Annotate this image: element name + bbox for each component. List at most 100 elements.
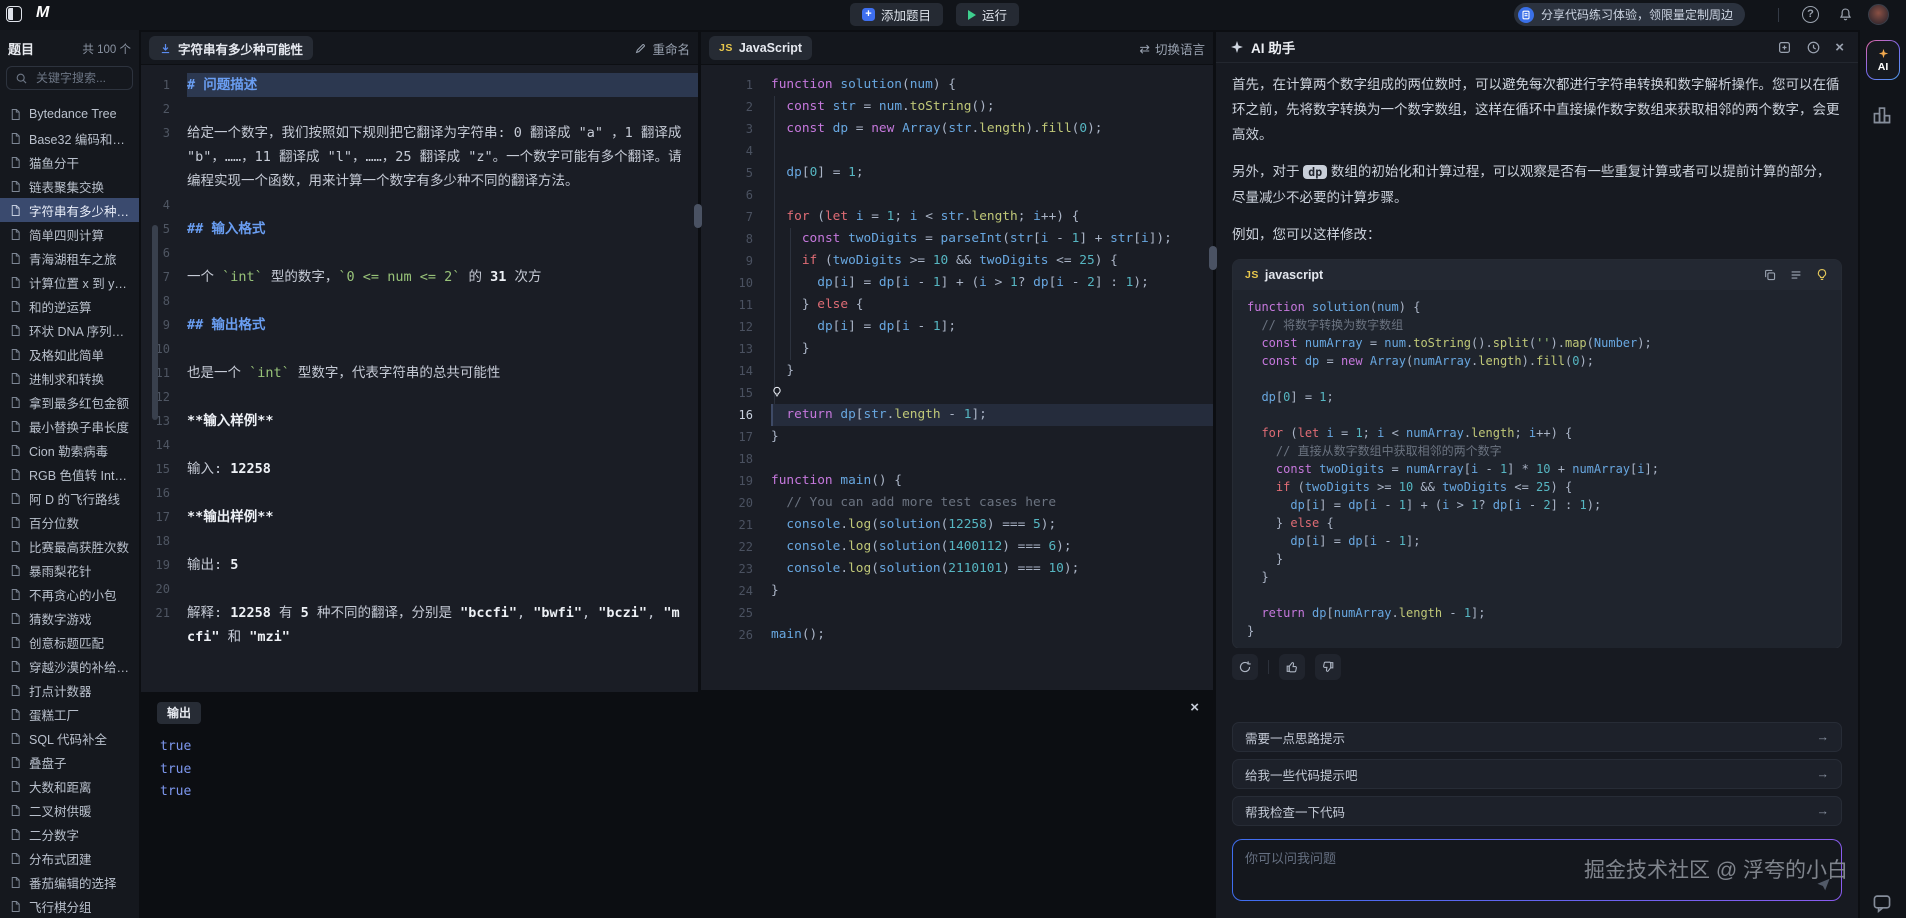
code-line[interactable]: 9 if (twoDigits >= 10 && twoDigits <= 25… — [701, 250, 1213, 272]
send-icon[interactable] — [1816, 877, 1831, 892]
code-line[interactable]: 5 dp[0] = 1; — [701, 162, 1213, 184]
code-line[interactable]: 21 console.log(solution(12258) === 5); — [701, 514, 1213, 536]
code-line[interactable]: 14 } — [701, 360, 1213, 382]
app-logo[interactable]: M — [36, 4, 48, 22]
sidebar-item-problem[interactable]: 二分数字 — [0, 822, 139, 846]
sidebar-item-problem[interactable]: 百分位数 — [0, 510, 139, 534]
history-icon[interactable] — [1806, 40, 1821, 55]
sidebar-item-problem[interactable]: 穿越沙漠的补给次数 — [0, 654, 139, 678]
new-chat-icon[interactable] — [1777, 40, 1792, 55]
search-box[interactable] — [6, 66, 133, 90]
sidebar-item-problem[interactable]: 不再贪心的小包 — [0, 582, 139, 606]
code-line[interactable]: 24} — [701, 580, 1213, 602]
code-line[interactable]: 4 — [701, 140, 1213, 162]
rename-button[interactable]: 重命名 — [634, 39, 690, 58]
lightbulb-icon[interactable] — [1815, 268, 1829, 282]
code-editor[interactable]: 1function solution(num) {2 const str = n… — [701, 66, 1213, 690]
panel-resize-handle[interactable] — [694, 204, 702, 228]
sidebar-item-problem[interactable]: 打点计数器 — [0, 678, 139, 702]
sidebar-item-problem[interactable]: 最小替换子串长度 — [0, 414, 139, 438]
sidebar-item-problem[interactable]: 飞行棋分组 — [0, 894, 139, 918]
code-line[interactable]: 13 } — [701, 338, 1213, 360]
panel-resize-handle[interactable] — [1209, 246, 1217, 270]
add-problem-button[interactable]: + 添加题目 — [850, 3, 943, 26]
sidebar-item-problem[interactable]: 及格如此简单 — [0, 342, 139, 366]
sidebar-item-problem[interactable]: 二叉树供暖 — [0, 798, 139, 822]
sidebar-item-problem[interactable]: 暴雨梨花针 — [0, 558, 139, 582]
code-line[interactable]: 11 } else { — [701, 294, 1213, 316]
close-icon[interactable]: × — [1190, 699, 1199, 716]
sidebar-item-problem[interactable]: SQL 代码补全 — [0, 726, 139, 750]
code-line[interactable]: 7 for (let i = 1; i < str.length; i++) { — [701, 206, 1213, 228]
code-line[interactable]: 23 console.log(solution(2110101) === 10)… — [701, 558, 1213, 580]
sidebar-item-problem[interactable]: 叠盘子 — [0, 750, 139, 774]
sidebar-toggle-icon[interactable] — [6, 6, 22, 22]
quickfix-lightbulb-icon[interactable] — [771, 386, 783, 398]
code-line[interactable]: 17} — [701, 426, 1213, 448]
help-icon[interactable]: ? — [1802, 6, 1819, 23]
thumbs-down-icon[interactable] — [1315, 654, 1341, 680]
sidebar-item-problem[interactable]: 大数和距离 — [0, 774, 139, 798]
copy-icon[interactable] — [1763, 268, 1777, 282]
sidebar-item-problem[interactable]: 蛋糕工厂 — [0, 702, 139, 726]
sidebar-item-problem[interactable]: 创意标题匹配 — [0, 630, 139, 654]
sidebar-item-problem[interactable]: 分布式团建 — [0, 846, 139, 870]
avatar[interactable] — [1868, 4, 1889, 25]
code-line[interactable]: 20 // You can add more test cases here — [701, 492, 1213, 514]
sidebar-item-problem[interactable]: 番茄编辑的选择 — [0, 870, 139, 894]
problem-md-body[interactable]: 1# 问题描述2 3给定一个数字，我们按照如下规则把它翻译为字符串: 0 翻译成… — [141, 66, 698, 692]
promo-banner[interactable]: 分享代码练习体验，领限量定制周边 — [1514, 3, 1745, 26]
feedback-chat-icon[interactable] — [1871, 892, 1893, 914]
code-line[interactable]: 2 const str = num.toString(); — [701, 96, 1213, 118]
output-tab[interactable]: 输出 — [157, 702, 201, 724]
sidebar-item-problem[interactable]: 和的逆运算 — [0, 294, 139, 318]
sidebar-item-problem[interactable]: RGB 色值转 Integer — [0, 462, 139, 486]
code-line[interactable]: 6 — [701, 184, 1213, 206]
sidebar-item-problem[interactable]: Cion 勒索病毒 — [0, 438, 139, 462]
leaderboard-icon[interactable] — [1871, 104, 1893, 126]
insert-code-icon[interactable] — [1789, 268, 1803, 282]
switch-language-button[interactable]: ⇄ 切换语言 — [1140, 39, 1206, 58]
code-line[interactable]: 1function solution(num) { — [701, 74, 1213, 96]
sidebar-item-problem[interactable]: 环状 DNA 序列整理 — [0, 318, 139, 342]
sidebar-item-problem[interactable]: 青海湖租车之旅 — [0, 246, 139, 270]
search-input[interactable] — [34, 70, 124, 86]
code-line[interactable]: 19function main() { — [701, 470, 1213, 492]
sidebar-item-problem[interactable]: 链表聚集交换 — [0, 174, 139, 198]
code-line[interactable]: 10 dp[i] = dp[i - 1] + (i > 1? dp[i - 2]… — [701, 272, 1213, 294]
ai-question-input[interactable] — [1243, 846, 1807, 894]
language-tab[interactable]: JS JavaScript — [709, 36, 812, 60]
sidebar-item-problem[interactable]: 拿到最多红包金额 — [0, 390, 139, 414]
code-line[interactable]: 3 const dp = new Array(str.length).fill(… — [701, 118, 1213, 140]
ai-suggestion-pill[interactable]: 需要一点思路提示→ — [1232, 722, 1842, 752]
sidebar-item-problem[interactable]: 猫鱼分干 — [0, 150, 139, 174]
code-line[interactable]: 8 const twoDigits = parseInt(str[i - 1] … — [701, 228, 1213, 250]
code-line[interactable]: 25 — [701, 602, 1213, 624]
thumbs-up-icon[interactable] — [1279, 654, 1305, 680]
ai-chat-content[interactable]: 首先，在计算两个数字组成的两位数时，可以避免每次都进行字符串转换和数字解析操作。… — [1216, 63, 1858, 648]
problem-tab[interactable]: 字符串有多少种可能性 — [149, 36, 313, 60]
scrollbar-thumb[interactable] — [152, 225, 158, 420]
ai-suggestion-pill[interactable]: 帮我检查一下代码→ — [1232, 796, 1842, 826]
code-line[interactable]: 16 return dp[str.length - 1]; — [701, 404, 1213, 426]
code-line[interactable]: 18 — [701, 448, 1213, 470]
sidebar-item-problem[interactable]: Base32 编码和解码 — [0, 126, 139, 150]
sidebar-item-problem[interactable]: 简单四则计算 — [0, 222, 139, 246]
sidebar-item-problem[interactable]: 计算位置 x 到 y 的... — [0, 270, 139, 294]
sidebar-item-problem[interactable]: 进制求和转换 — [0, 366, 139, 390]
code-line[interactable]: 15 — [701, 382, 1213, 404]
regenerate-icon[interactable] — [1232, 654, 1258, 680]
sidebar-item-problem[interactable]: 猜数字游戏 — [0, 606, 139, 630]
sidebar-item-problem[interactable]: 比赛最高获胜次数 — [0, 534, 139, 558]
code-line[interactable]: 26main(); — [701, 624, 1213, 646]
ai-assistant-button[interactable]: AI — [1866, 40, 1900, 80]
notifications-icon[interactable] — [1838, 7, 1853, 22]
sidebar-item-problem[interactable]: 阿 D 的飞行路线 — [0, 486, 139, 510]
ai-input-box[interactable] — [1232, 839, 1842, 901]
ai-suggestion-pill[interactable]: 给我一些代码提示吧→ — [1232, 759, 1842, 789]
code-line[interactable]: 12 dp[i] = dp[i - 1]; — [701, 316, 1213, 338]
code-line[interactable]: 22 console.log(solution(1400112) === 6); — [701, 536, 1213, 558]
sidebar-item-problem[interactable]: 字符串有多少种可... — [0, 198, 139, 222]
sidebar-item-problem[interactable]: Bytedance Tree — [0, 102, 139, 126]
run-button[interactable]: 运行 — [956, 3, 1019, 26]
